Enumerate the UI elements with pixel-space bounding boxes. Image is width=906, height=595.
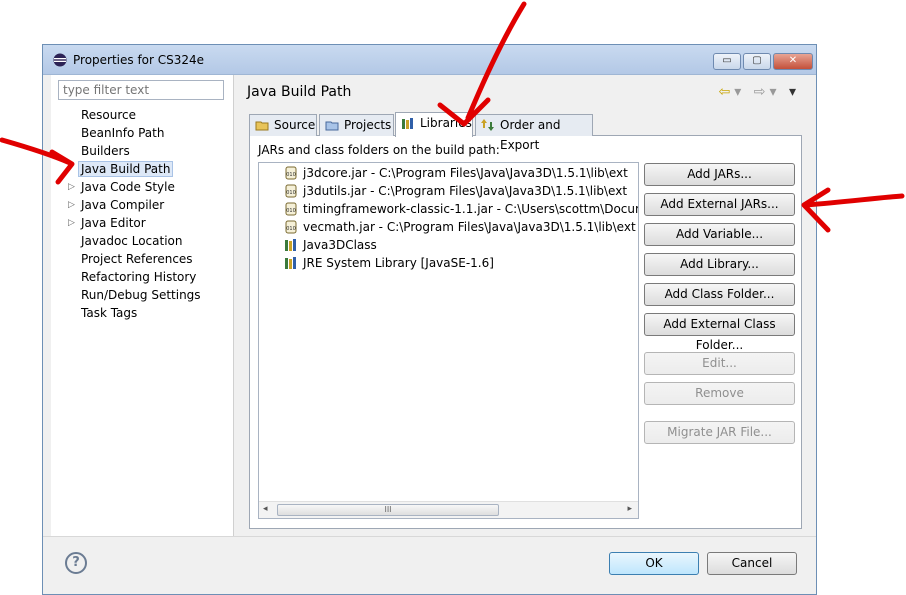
tab-projects[interactable]: Projects — [319, 114, 394, 136]
tree-item[interactable]: ▷ Java Compiler — [51, 196, 233, 214]
list-item[interactable]: 010 j3dcore.jar - C:\Program Files\Java\J… — [259, 164, 638, 182]
tree-item-label: BeanInfo Path — [81, 126, 165, 140]
add-jars-button[interactable]: Add JARs... — [644, 163, 795, 186]
library-list[interactable]: 010 j3dcore.jar - C:\Program Files\Java\J… — [258, 162, 639, 519]
list-item[interactable]: 010 timingframework-classic-1.1.jar - C:\… — [259, 200, 638, 218]
navigation-pane: Resource BeanInfo Path Builders Java Build … — [51, 75, 234, 536]
tree-item[interactable]: Java Build Path — [51, 160, 233, 178]
tab-label: Libraries — [420, 116, 472, 130]
tree-item-label: Run/Debug Settings — [81, 288, 201, 302]
tree-item[interactable]: Builders — [51, 142, 233, 160]
filter-input[interactable] — [58, 80, 224, 100]
list-item-label: JRE System Library [JavaSE-1.6] — [303, 256, 494, 270]
title-bar[interactable]: Properties for CS324e ▭ ▢ ✕ — [43, 45, 816, 75]
svg-text:010: 010 — [286, 172, 296, 178]
tree-item[interactable]: Javadoc Location — [51, 232, 233, 250]
scroll-right-icon[interactable]: ▸ — [627, 504, 632, 514]
tree-item[interactable]: Resource — [51, 106, 233, 124]
list-item-label: timingframework-classic-1.1.jar - C:\Use… — [303, 202, 638, 216]
forward-menu-icon[interactable]: ▾ — [769, 84, 780, 100]
tab-source[interactable]: Source — [249, 114, 317, 136]
maximize-button[interactable]: ▢ — [743, 53, 771, 70]
view-menu-icon[interactable]: ▾ — [789, 84, 800, 100]
source-folder-icon — [255, 121, 269, 131]
add-library-button[interactable]: Add Library... — [644, 253, 795, 276]
tree-item[interactable]: Task Tags — [51, 304, 233, 322]
close-button[interactable]: ✕ — [773, 53, 813, 70]
scroll-left-icon[interactable]: ◂ — [263, 504, 268, 514]
tree-item-label: Builders — [81, 144, 130, 158]
tab-label: Source — [274, 118, 316, 132]
tree-item[interactable]: BeanInfo Path — [51, 124, 233, 142]
footer-divider — [43, 536, 816, 537]
edit-button[interactable]: Edit... — [644, 352, 795, 375]
forward-arrow-icon[interactable]: ⇨ — [754, 84, 770, 100]
page-navigation: ⇦▾ ⇨▾ ▾ — [719, 84, 800, 100]
tree-item[interactable]: ▷ Java Editor — [51, 214, 233, 232]
tree-item-label: Java Compiler — [81, 198, 165, 212]
tree-item-label: Project References — [81, 252, 193, 266]
tree-item-label: Java Build Path — [78, 161, 174, 177]
jar-icon: 010 — [285, 220, 297, 234]
tree-item-label: Task Tags — [81, 306, 138, 320]
library-icon — [285, 257, 296, 269]
list-item-label: j3dutils.jar - C:\Program Files\Java\Jav… — [303, 184, 628, 198]
add-external-class-folder-button[interactable]: Add External Class Folder... — [644, 313, 795, 352]
window-title: Properties for CS324e — [73, 53, 205, 67]
tree-item-label: Javadoc Location — [81, 234, 183, 248]
horizontal-scrollbar[interactable]: ◂ III ▸ — [259, 501, 638, 518]
properties-dialog: Properties for CS324e ▭ ▢ ✕ Resource Bean… — [42, 44, 817, 595]
jar-icon: 010 — [285, 184, 297, 198]
tab-label: Projects — [344, 118, 392, 132]
tab-libraries[interactable]: Libraries — [395, 112, 473, 137]
projects-icon — [325, 121, 339, 131]
help-icon[interactable]: ? — [65, 552, 87, 574]
migrate-jar-file-button[interactable]: Migrate JAR File... — [644, 421, 795, 444]
build-path-heading: JARs and class folders on the build path… — [258, 143, 500, 157]
content-pane: Java Build Path ⇦▾ ⇨▾ ▾ JARs and class f… — [235, 75, 808, 536]
expand-arrow-icon[interactable]: ▷ — [68, 196, 75, 214]
add-variable-button[interactable]: Add Variable... — [644, 223, 795, 246]
libraries-panel: JARs and class folders on the build path… — [249, 135, 802, 529]
order-export-icon — [481, 119, 494, 131]
back-arrow-icon[interactable]: ⇦ — [719, 84, 735, 100]
tree-item[interactable]: Project References — [51, 250, 233, 268]
libraries-icon — [402, 118, 413, 129]
tree-item[interactable]: Run/Debug Settings — [51, 286, 233, 304]
jar-icon: 010 — [285, 202, 297, 216]
minimize-button[interactable]: ▭ — [713, 53, 741, 70]
tree-item[interactable]: Refactoring History — [51, 268, 233, 286]
jar-icon: 010 — [285, 166, 297, 180]
list-item-label: Java3DClass — [303, 238, 377, 252]
list-item-label: vecmath.jar - C:\Program Files\Java\Java… — [303, 220, 636, 234]
tree-item-label: Java Code Style — [81, 180, 175, 194]
tree-item-label: Refactoring History — [81, 270, 197, 284]
library-icon — [285, 239, 296, 251]
svg-text:010: 010 — [286, 226, 296, 232]
expand-arrow-icon[interactable]: ▷ — [68, 178, 75, 196]
tree-item[interactable]: ▷ Java Code Style — [51, 178, 233, 196]
tree-item-label: Resource — [81, 108, 137, 122]
cancel-button[interactable]: Cancel — [707, 552, 797, 575]
eclipse-icon — [53, 53, 67, 67]
list-item[interactable]: JRE System Library [JavaSE-1.6] — [259, 254, 638, 272]
ok-button[interactable]: OK — [609, 552, 699, 575]
list-item[interactable]: 010 vecmath.jar - C:\Program Files\Java\J… — [259, 218, 638, 236]
back-menu-icon[interactable]: ▾ — [734, 84, 745, 100]
list-item-label: j3dcore.jar - C:\Program Files\Java\Java… — [303, 166, 628, 180]
add-class-folder-button[interactable]: Add Class Folder... — [644, 283, 795, 306]
add-external-jars-button[interactable]: Add External JARs... — [644, 193, 795, 216]
tab-order-and-export[interactable]: Order and Export — [475, 114, 593, 152]
annotation-arrow-external-jars — [801, 187, 905, 233]
svg-text:010: 010 — [286, 190, 296, 196]
expand-arrow-icon[interactable]: ▷ — [68, 214, 75, 232]
list-item[interactable]: 010 j3dutils.jar - C:\Program Files\Java\… — [259, 182, 638, 200]
property-tree: Resource BeanInfo Path Builders Java Build … — [51, 106, 233, 322]
list-item[interactable]: Java3DClass — [259, 236, 638, 254]
page-title: Java Build Path — [247, 84, 352, 100]
svg-text:010: 010 — [286, 208, 296, 214]
tree-item-label: Java Editor — [81, 216, 146, 230]
scroll-thumb[interactable]: III — [277, 504, 499, 516]
remove-button[interactable]: Remove — [644, 382, 795, 405]
